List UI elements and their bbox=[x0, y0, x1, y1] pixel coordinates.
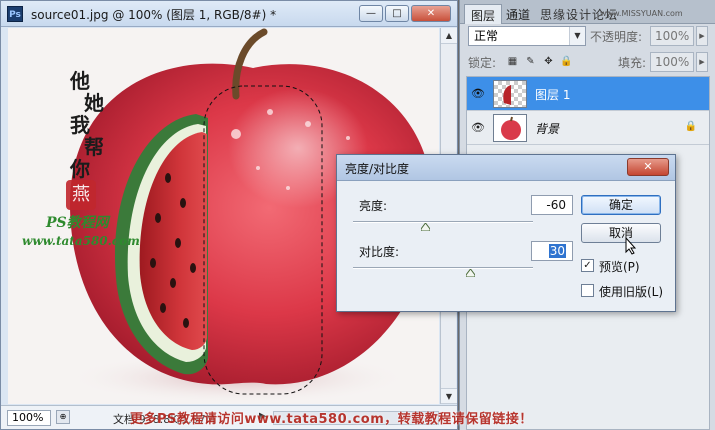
contrast-field[interactable]: 30 bbox=[531, 241, 573, 261]
zoom-field[interactable]: 100% bbox=[7, 410, 51, 426]
forum-watermark-site: www.MISSYUAN.com bbox=[600, 9, 683, 18]
close-button[interactable]: ✕ bbox=[411, 5, 451, 22]
layer-name[interactable]: 背景 bbox=[535, 120, 559, 137]
lock-label: 锁定: bbox=[468, 56, 497, 70]
brand-text: PS教程网 bbox=[46, 215, 109, 231]
brightness-slider-thumb[interactable] bbox=[420, 223, 430, 231]
dialog-titlebar[interactable]: 亮度/对比度 ✕ bbox=[337, 155, 675, 181]
lock-all-icon[interactable]: 🔒 bbox=[560, 55, 573, 68]
lock-transparency-icon[interactable]: ▦ bbox=[506, 55, 519, 68]
lock-move-icon[interactable]: ✥ bbox=[542, 55, 555, 68]
minimize-button[interactable]: — bbox=[359, 5, 383, 22]
document-titlebar[interactable]: Ps source01.jpg @ 100% (图层 1, RGB/8#) * … bbox=[1, 1, 457, 27]
fill-field[interactable]: 100% bbox=[650, 52, 694, 72]
brightness-label: 亮度: bbox=[359, 199, 388, 213]
brightness-field[interactable]: -60 bbox=[531, 195, 573, 215]
eye-icon[interactable]: 👁 bbox=[470, 86, 486, 102]
document-title: source01.jpg @ 100% (图层 1, RGB/8#) * bbox=[31, 8, 277, 22]
layer-row-1[interactable]: 👁 图层 1 bbox=[467, 77, 709, 111]
lock-icon: 🔒 bbox=[684, 121, 697, 132]
status-menu-icon[interactable]: ⊕ bbox=[56, 410, 70, 424]
blend-mode-select[interactable]: 正常 ▼ bbox=[468, 26, 586, 46]
tab-layers[interactable]: 图层 bbox=[464, 4, 503, 24]
cancel-button[interactable]: 取消 bbox=[581, 223, 661, 243]
legacy-label: 使用旧版(L) bbox=[599, 285, 664, 299]
photoshop-app-icon: Ps bbox=[7, 6, 23, 22]
blend-mode-value: 正常 bbox=[474, 29, 499, 43]
opacity-label: 不透明度: bbox=[590, 30, 643, 44]
ok-button[interactable]: 确定 bbox=[581, 195, 661, 215]
layer-row-background[interactable]: 👁 背景 🔒 bbox=[467, 111, 709, 145]
seal-stamp: 燕 bbox=[66, 180, 96, 210]
contrast-label: 对比度: bbox=[359, 245, 400, 259]
contrast-slider-thumb[interactable] bbox=[465, 269, 475, 277]
site-text: www.tata580.com bbox=[22, 234, 140, 248]
opacity-field[interactable]: 100% bbox=[650, 26, 694, 46]
chevron-down-icon[interactable]: ▼ bbox=[569, 27, 585, 45]
dialog-close-button[interactable]: ✕ bbox=[627, 158, 669, 176]
layer-thumbnail bbox=[493, 114, 527, 142]
layer-thumbnail bbox=[493, 80, 527, 108]
scroll-down-icon[interactable]: ▼ bbox=[441, 388, 457, 404]
panel-tabs: 图层 通道 思缘设计论坛 www.MISSYUAN.com bbox=[460, 0, 715, 24]
layer-name[interactable]: 图层 1 bbox=[535, 86, 570, 103]
eye-icon[interactable]: 👁 bbox=[470, 120, 486, 136]
contrast-slider-track[interactable] bbox=[353, 267, 533, 269]
dialog-title: 亮度/对比度 bbox=[345, 162, 410, 176]
fill-label: 填充: bbox=[618, 56, 647, 70]
contrast-value: 30 bbox=[548, 244, 566, 258]
mouse-cursor-icon bbox=[625, 237, 637, 255]
fill-arrow-icon[interactable]: ▶ bbox=[696, 52, 708, 72]
opacity-arrow-icon[interactable]: ▶ bbox=[696, 26, 708, 46]
brightness-contrast-dialog: 亮度/对比度 ✕ 亮度: -60 对比度: 30 确定 取消 ✓ 预览(P) 使… bbox=[336, 154, 676, 312]
tab-channels[interactable]: 通道 bbox=[500, 4, 536, 24]
lock-brush-icon[interactable]: ✎ bbox=[524, 55, 537, 68]
bottom-watermark: 更多PS教程请访问www.tata580.com，转载教程请保留链接！ bbox=[130, 412, 533, 427]
preview-checkbox[interactable]: ✓ bbox=[581, 259, 594, 272]
maximize-button[interactable]: □ bbox=[385, 5, 409, 22]
scroll-up-icon[interactable]: ▲ bbox=[441, 28, 457, 44]
legacy-checkbox[interactable] bbox=[581, 284, 594, 297]
brightness-slider-track[interactable] bbox=[353, 221, 533, 223]
calligraphy-watermark: 他 她 我 帮 你 bbox=[70, 69, 104, 181]
preview-label: 预览(P) bbox=[599, 260, 640, 274]
